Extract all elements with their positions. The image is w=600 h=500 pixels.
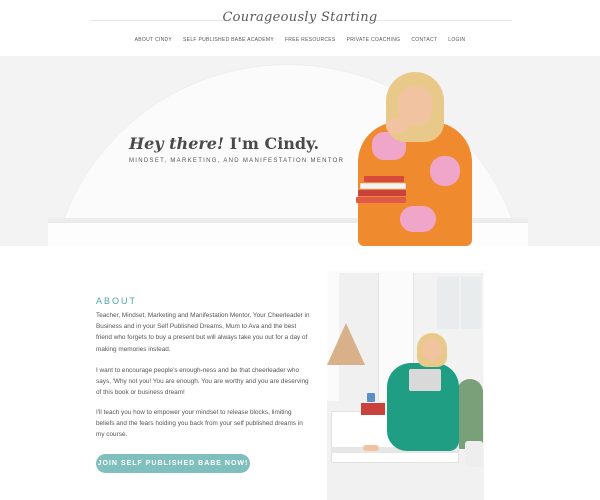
hero-name: I'm Cindy. [229,134,320,153]
about-heading: ABOUT [96,296,138,306]
nav-item-contact[interactable]: CONTACT [411,37,437,43]
hero-dress-pattern [430,156,460,186]
about-paragraph: Teacher, Mindset, Marketing and Manifest… [96,312,310,353]
book [364,176,404,182]
site-header: Courageously Starting ABOUT CINDY SELF P… [0,0,600,56]
nav-item-free-resources[interactable]: FREE RESOURCES [285,37,336,43]
hero-title: Hey there! I'm Cindy. [129,134,319,153]
photo-plant [457,379,483,449]
about-paragraph: I'll teach you how to empower your minds… [96,409,303,439]
photo-door-pane [461,277,481,329]
book [360,183,406,189]
book [358,190,406,196]
photo-door-pane [437,277,459,329]
photo-book-stack [361,403,385,415]
site-logo[interactable]: Courageously Starting [0,10,600,25]
nav-item-private-coaching[interactable]: PRIVATE COACHING [347,37,401,43]
book [356,197,406,203]
photo-pot [465,441,483,467]
photo-person-feet [363,445,379,451]
hero-subtitle: MINDSET, MARKETING, AND MANIFESTATION ME… [129,158,345,164]
nav-item-login[interactable]: LOGIN [448,37,465,43]
mug-icon [367,393,375,402]
hero-banner: Hey there! I'm Cindy. MINDSET, MARKETING… [0,56,600,246]
hero-person-arm [386,118,408,134]
about-paragraph: I want to encourage people's enough-ness… [96,367,309,397]
hero-dress-pattern [400,206,436,232]
nav-item-academy[interactable]: SELF PUBLISHED BABE ACADEMY [183,37,274,43]
laptop-icon [409,369,441,391]
photo-person-face [423,339,441,361]
hero-greeting: Hey there! [129,134,224,153]
main-nav: ABOUT CINDY SELF PUBLISHED BABE ACADEMY … [0,37,600,43]
join-academy-button[interactable]: JOIN SELF PUBLISHED BABE NOW! [96,454,250,473]
hero-book-stack [356,176,410,206]
about-photo [327,271,484,500]
nav-item-about-cindy[interactable]: ABOUT CINDY [135,37,172,43]
